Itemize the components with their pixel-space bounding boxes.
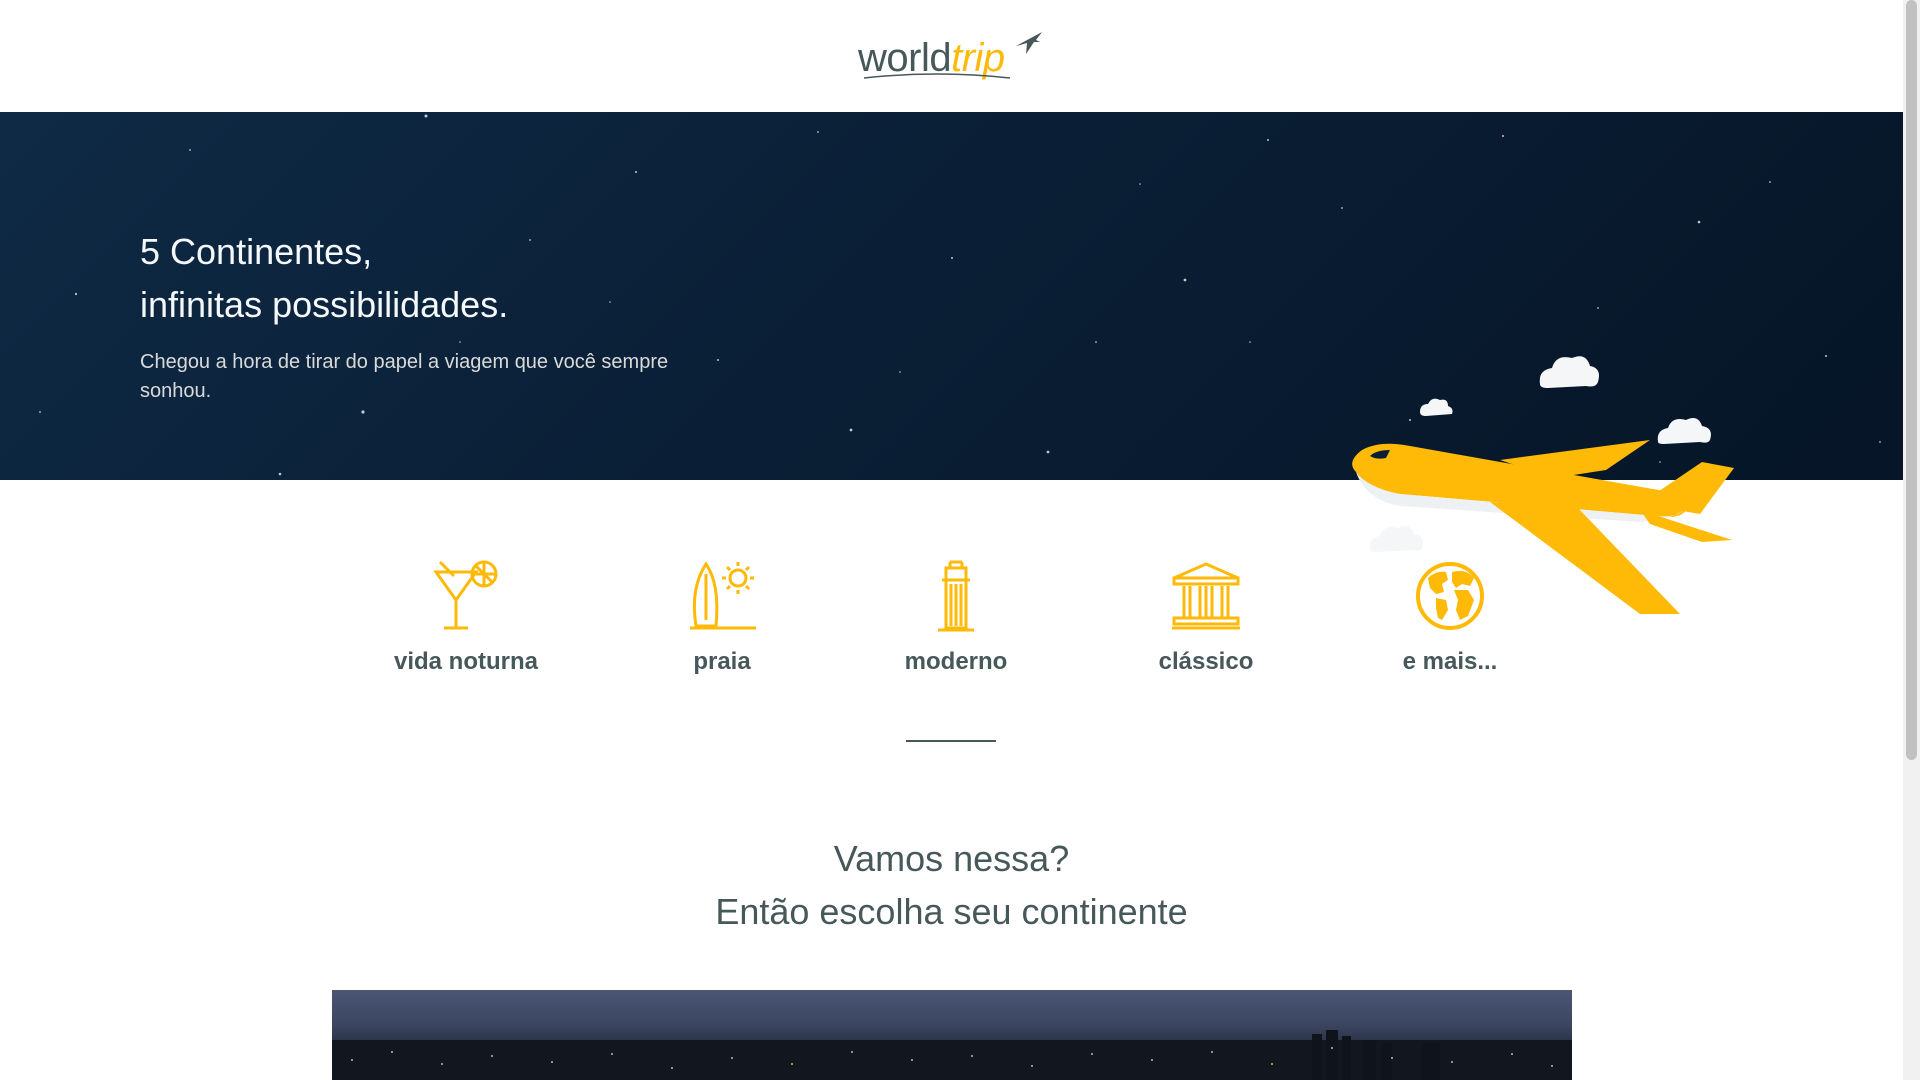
logo-plane-icon [1016, 32, 1042, 54]
travel-type-classic[interactable]: clássico [1096, 560, 1316, 676]
continent-slider[interactable] [332, 990, 1572, 1080]
page: worldtrip 5 Continentes, infinitas possi… [0, 0, 1903, 1080]
hero-title: 5 Continentes, infinitas possibilidades. [140, 231, 509, 325]
skyscraper-icon [938, 560, 974, 632]
cocktail-icon [433, 560, 498, 630]
logo-swoosh [863, 73, 1011, 79]
surfboard-sun-icon [690, 561, 756, 630]
continent-cta-heading: Vamos nessa? Então escolha seu continent… [715, 838, 1188, 932]
hero-banner: 5 Continentes, infinitas possibilidades.… [0, 112, 1903, 614]
section-divider [906, 740, 996, 742]
page-scrollbar[interactable] [1903, 0, 1920, 1080]
travel-type-modern[interactable]: moderno [846, 560, 1066, 676]
city-skyline-image [332, 1030, 1572, 1080]
travel-type-beach[interactable]: praia [612, 560, 832, 676]
scrollbar-thumb[interactable] [1906, 0, 1917, 760]
site-header: worldtrip [0, 0, 1903, 112]
worldtrip-logo[interactable]: worldtrip [858, 28, 1048, 86]
hero-subtitle: Chegou a hora de tirar do papel a viagem… [140, 351, 669, 402]
travel-types: vida noturna praia moderno clássico e ma… [0, 560, 1903, 700]
globe-icon [1416, 562, 1484, 630]
travel-type-more[interactable]: e mais... [1340, 560, 1560, 676]
travel-type-nightlife[interactable]: vida noturna [356, 560, 576, 676]
museum-icon [1172, 562, 1240, 630]
